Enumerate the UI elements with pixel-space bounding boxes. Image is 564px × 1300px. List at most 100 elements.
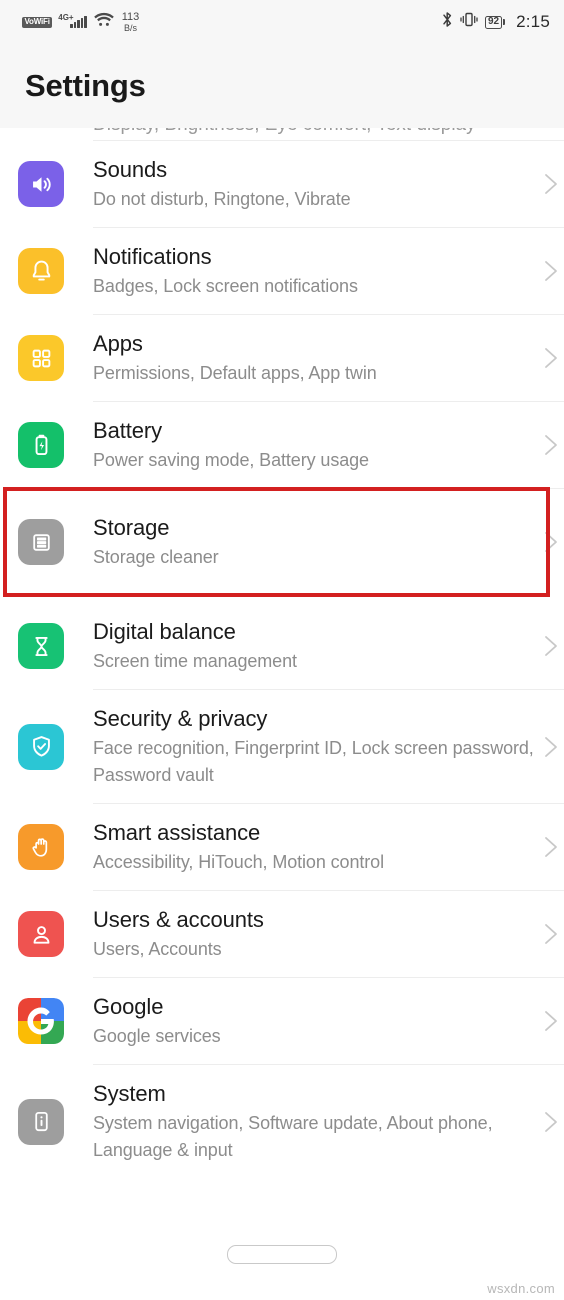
row-subtitle: Accessibility, HiTouch, Motion control bbox=[93, 852, 384, 872]
row-title: Notifications bbox=[93, 244, 212, 269]
signal-bars-icon: 4G+ bbox=[58, 13, 87, 28]
row-subtitle: Permissions, Default apps, App twin bbox=[93, 363, 377, 383]
row-subtitle: Users, Accounts bbox=[93, 939, 222, 959]
status-bar-right: 92 2:15 bbox=[442, 11, 550, 33]
network-type-label: 4G+ bbox=[58, 13, 74, 22]
settings-row-security-privacy[interactable]: Security & privacy Face recognition, Fin… bbox=[0, 690, 564, 803]
clipped-previous-row: Display, Brightness, Eye comfort, Text d… bbox=[0, 128, 564, 140]
row-title: System bbox=[93, 1081, 166, 1106]
settings-row-users-accounts[interactable]: Users & accounts Users, Accounts bbox=[0, 891, 564, 977]
row-texts: System System navigation, Software updat… bbox=[93, 1065, 538, 1178]
chevron-right-icon bbox=[538, 921, 564, 947]
chevron-right-icon bbox=[538, 345, 564, 371]
network-speed-value: 113 bbox=[121, 10, 140, 23]
home-gesture-bar[interactable] bbox=[227, 1245, 337, 1264]
hourglass-icon bbox=[18, 623, 64, 669]
chevron-right-icon bbox=[538, 633, 564, 659]
phone-info-icon bbox=[18, 1098, 64, 1145]
bottom-navigation-area: wsxdn.com bbox=[0, 1220, 564, 1300]
row-subtitle: Google services bbox=[93, 1026, 221, 1046]
settings-row-system[interactable]: System System navigation, Software updat… bbox=[0, 1065, 564, 1178]
status-bar-left: VoWiFi 4G+ 113 B/s bbox=[22, 10, 140, 33]
icon-slot bbox=[18, 519, 64, 565]
row-texts: Users & accounts Users, Accounts bbox=[93, 891, 538, 977]
chevron-right-icon bbox=[538, 1109, 564, 1135]
storage-stack-icon bbox=[18, 519, 64, 565]
icon-slot bbox=[18, 422, 64, 468]
battery-icon: 92 bbox=[484, 15, 506, 29]
page-header: Settings bbox=[0, 44, 564, 128]
row-title: Users & accounts bbox=[93, 907, 264, 932]
row-texts: Notifications Badges, Lock screen notifi… bbox=[93, 228, 538, 314]
network-speed-indicator: 113 B/s bbox=[121, 10, 140, 33]
icon-slot bbox=[18, 161, 64, 207]
row-texts: Smart assistance Accessibility, HiTouch,… bbox=[93, 804, 538, 890]
icon-slot bbox=[18, 335, 64, 381]
row-subtitle: Storage cleaner bbox=[93, 547, 219, 567]
settings-row-battery[interactable]: Battery Power saving mode, Battery usage bbox=[0, 402, 564, 488]
vowifi-icon: VoWiFi bbox=[22, 16, 53, 28]
icon-slot bbox=[18, 824, 64, 870]
row-subtitle: System navigation, Software update, Abou… bbox=[93, 1113, 493, 1160]
chevron-right-icon bbox=[538, 258, 564, 284]
icon-slot bbox=[18, 998, 64, 1044]
phone-screen: VoWiFi 4G+ 113 B/s 92 2:15 Settings Soun… bbox=[0, 0, 564, 1300]
settings-list[interactable]: Display, Brightness, Eye comfort, Text d… bbox=[0, 128, 564, 1178]
chevron-right-icon bbox=[538, 529, 564, 555]
person-icon bbox=[18, 911, 64, 957]
icon-slot bbox=[18, 1098, 64, 1145]
row-subtitle: Power saving mode, Battery usage bbox=[93, 450, 369, 470]
chevron-right-icon bbox=[538, 834, 564, 860]
chevron-right-icon bbox=[538, 1008, 564, 1034]
settings-row-digital-balance[interactable]: Digital balance Screen time management bbox=[0, 595, 564, 689]
row-title: Sounds bbox=[93, 157, 168, 182]
row-title: Storage bbox=[93, 515, 170, 540]
watermark: wsxdn.com bbox=[487, 1281, 555, 1296]
clipped-previous-row-text: Display, Brightness, Eye comfort, Text d… bbox=[93, 128, 476, 136]
row-texts: Apps Permissions, Default apps, App twin bbox=[93, 315, 538, 401]
volume-speaker-icon bbox=[18, 161, 64, 207]
settings-row-google[interactable]: Google Google services bbox=[0, 978, 564, 1064]
hand-icon bbox=[18, 824, 64, 870]
row-title: Google bbox=[93, 994, 164, 1019]
row-texts: Security & privacy Face recognition, Fin… bbox=[93, 690, 538, 803]
bell-icon bbox=[18, 248, 64, 294]
page-title: Settings bbox=[25, 68, 146, 103]
clock-label: 2:15 bbox=[516, 12, 550, 31]
network-speed-unit: B/s bbox=[124, 22, 138, 33]
vibrate-icon bbox=[460, 11, 478, 33]
settings-row-sounds[interactable]: Sounds Do not disturb, Ringtone, Vibrate bbox=[0, 141, 564, 227]
bluetooth-icon bbox=[442, 11, 453, 33]
battery-percent-label: 92 bbox=[487, 16, 500, 27]
row-subtitle: Screen time management bbox=[93, 651, 297, 671]
icon-slot bbox=[18, 911, 64, 957]
icon-slot bbox=[18, 623, 64, 669]
settings-row-notifications[interactable]: Notifications Badges, Lock screen notifi… bbox=[0, 228, 564, 314]
shield-check-icon bbox=[18, 723, 64, 770]
chevron-right-icon bbox=[538, 432, 564, 458]
chevron-right-icon bbox=[538, 734, 564, 760]
row-texts: Google Google services bbox=[93, 978, 538, 1064]
row-texts: Battery Power saving mode, Battery usage bbox=[93, 402, 538, 488]
row-subtitle: Do not disturb, Ringtone, Vibrate bbox=[93, 189, 351, 209]
row-title: Security & privacy bbox=[93, 706, 268, 731]
icon-slot bbox=[18, 248, 64, 294]
settings-row-smart-assistance[interactable]: Smart assistance Accessibility, HiTouch,… bbox=[0, 804, 564, 890]
row-title: Battery bbox=[93, 418, 162, 443]
icon-slot bbox=[18, 723, 64, 770]
row-title: Smart assistance bbox=[93, 820, 261, 845]
row-subtitle: Badges, Lock screen notifications bbox=[93, 276, 358, 296]
app-grid-icon bbox=[18, 335, 64, 381]
wifi-icon bbox=[93, 12, 114, 32]
status-bar: VoWiFi 4G+ 113 B/s 92 2:15 bbox=[0, 0, 564, 44]
row-title: Digital balance bbox=[93, 619, 236, 644]
row-texts: Storage Storage cleaner bbox=[93, 499, 538, 585]
row-texts: Sounds Do not disturb, Ringtone, Vibrate bbox=[93, 141, 538, 227]
row-texts: Digital balance Screen time management bbox=[93, 603, 538, 689]
chevron-right-icon bbox=[538, 171, 564, 197]
settings-row-storage[interactable]: Storage Storage cleaner bbox=[0, 489, 564, 595]
row-subtitle: Face recognition, Fingerprint ID, Lock s… bbox=[93, 738, 534, 785]
google-g-icon bbox=[18, 998, 64, 1044]
settings-row-apps[interactable]: Apps Permissions, Default apps, App twin bbox=[0, 315, 564, 401]
row-title: Apps bbox=[93, 331, 143, 356]
